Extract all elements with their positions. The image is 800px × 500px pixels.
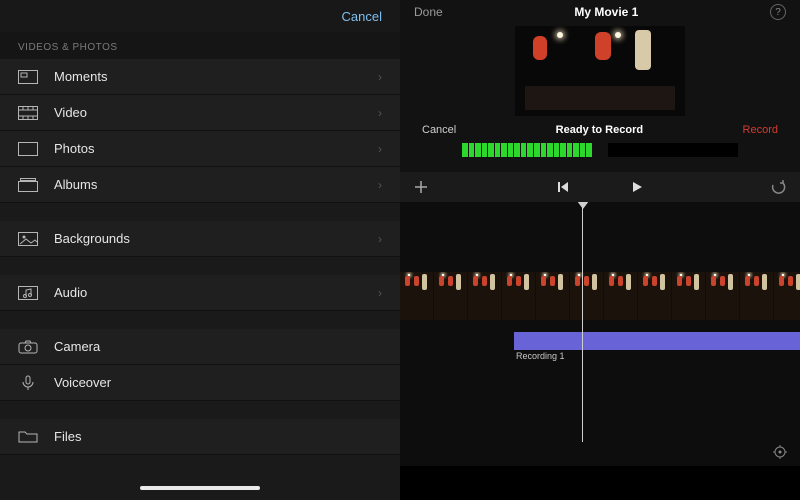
sidebar-item-camera[interactable]: Camera bbox=[0, 329, 400, 365]
media-browser-sidebar: Cancel VIDEOS & PHOTOS Moments › Video › bbox=[0, 0, 400, 500]
video-preview[interactable] bbox=[515, 26, 685, 116]
playhead[interactable] bbox=[582, 202, 583, 442]
audio-meter bbox=[400, 140, 800, 164]
sidebar-item-label: Backgrounds bbox=[54, 231, 362, 246]
sidebar-item-label: Files bbox=[54, 429, 382, 444]
clip-thumbnail[interactable] bbox=[774, 272, 800, 320]
sidebar-item-audio[interactable]: Audio › bbox=[0, 275, 400, 311]
clip-thumbnail[interactable] bbox=[604, 272, 638, 320]
done-button[interactable]: Done bbox=[414, 5, 443, 19]
sidebar-item-label: Voiceover bbox=[54, 375, 382, 390]
clip-thumbnail[interactable] bbox=[536, 272, 570, 320]
backgrounds-icon bbox=[18, 231, 38, 247]
sidebar-item-files[interactable]: Files bbox=[0, 419, 400, 455]
timeline[interactable]: Recording 1 bbox=[400, 202, 800, 466]
sidebar-item-label: Camera bbox=[54, 339, 382, 354]
play-button[interactable] bbox=[630, 180, 644, 194]
project-title[interactable]: My Movie 1 bbox=[574, 5, 638, 19]
record-button[interactable]: Record bbox=[743, 124, 778, 136]
add-media-button[interactable] bbox=[414, 180, 428, 194]
sidebar-item-label: Video bbox=[54, 105, 362, 120]
sidebar-item-label: Audio bbox=[54, 285, 362, 300]
clip-thumbnail[interactable] bbox=[502, 272, 536, 320]
record-status-label: Ready to Record bbox=[556, 124, 643, 136]
clip-thumbnail[interactable] bbox=[400, 272, 434, 320]
sidebar-item-moments[interactable]: Moments › bbox=[0, 59, 400, 95]
video-track[interactable] bbox=[400, 272, 800, 320]
folder-icon bbox=[18, 429, 38, 445]
transport-bar bbox=[400, 172, 800, 202]
undo-button[interactable] bbox=[770, 180, 786, 194]
clip-thumbnail[interactable] bbox=[434, 272, 468, 320]
moments-icon bbox=[18, 69, 38, 85]
sidebar-item-label: Albums bbox=[54, 177, 362, 192]
audio-meter-left bbox=[462, 143, 592, 157]
sidebar-item-photos[interactable]: Photos › bbox=[0, 131, 400, 167]
skip-back-button[interactable] bbox=[556, 180, 570, 194]
sidebar-item-video[interactable]: Video › bbox=[0, 95, 400, 131]
audio-icon bbox=[18, 285, 38, 301]
microphone-icon bbox=[18, 375, 38, 391]
editor-titlebar: Done My Movie 1 ? bbox=[400, 0, 800, 24]
sidebar-header: Cancel bbox=[0, 0, 400, 32]
sidebar-item-voiceover[interactable]: Voiceover bbox=[0, 365, 400, 401]
camera-icon bbox=[18, 339, 38, 355]
chevron-right-icon: › bbox=[378, 142, 382, 156]
voiceover-clip-label: Recording 1 bbox=[516, 351, 565, 361]
editor-panel: Done My Movie 1 ? Cancel Ready to Record… bbox=[400, 0, 800, 500]
imovie-app: Cancel VIDEOS & PHOTOS Moments › Video › bbox=[0, 0, 800, 500]
sidebar-list: Moments › Video › Photos › bbox=[0, 59, 400, 455]
preview-area: Done My Movie 1 ? Cancel Ready to Record… bbox=[400, 0, 800, 172]
clip-thumbnail[interactable] bbox=[570, 272, 604, 320]
timeline-settings-button[interactable] bbox=[772, 444, 788, 460]
help-button[interactable]: ? bbox=[770, 4, 786, 20]
sidebar-item-albums[interactable]: Albums › bbox=[0, 167, 400, 203]
chevron-right-icon: › bbox=[378, 286, 382, 300]
clip-thumbnail[interactable] bbox=[672, 272, 706, 320]
video-icon bbox=[18, 105, 38, 121]
home-indicator[interactable] bbox=[0, 476, 400, 500]
record-controls: Cancel Ready to Record Record bbox=[400, 120, 800, 140]
chevron-right-icon: › bbox=[378, 178, 382, 192]
photos-icon bbox=[18, 141, 38, 157]
chevron-right-icon: › bbox=[378, 106, 382, 120]
chevron-right-icon: › bbox=[378, 232, 382, 246]
sidebar-cancel-button[interactable]: Cancel bbox=[342, 9, 382, 24]
sidebar-item-backgrounds[interactable]: Backgrounds › bbox=[0, 221, 400, 257]
clip-thumbnail[interactable] bbox=[638, 272, 672, 320]
sidebar-item-label: Moments bbox=[54, 69, 362, 84]
chevron-right-icon: › bbox=[378, 70, 382, 84]
clip-thumbnail[interactable] bbox=[468, 272, 502, 320]
bottom-bar bbox=[400, 466, 800, 500]
clip-thumbnail[interactable] bbox=[706, 272, 740, 320]
clip-thumbnail[interactable] bbox=[740, 272, 774, 320]
sidebar-item-label: Photos bbox=[54, 141, 362, 156]
albums-icon bbox=[18, 177, 38, 193]
sidebar-section-label: VIDEOS & PHOTOS bbox=[0, 32, 400, 59]
record-cancel-button[interactable]: Cancel bbox=[422, 124, 456, 136]
voiceover-clip[interactable] bbox=[514, 332, 800, 350]
audio-meter-right bbox=[608, 143, 738, 157]
